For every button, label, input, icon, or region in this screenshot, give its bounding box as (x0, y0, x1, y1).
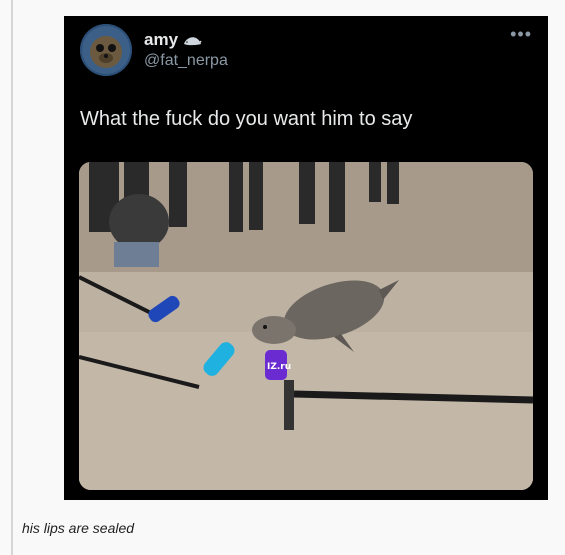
avatar[interactable] (80, 24, 132, 76)
mic-flag-label: IZ.ru (267, 362, 291, 372)
tweet-image[interactable]: IZ.ru (79, 162, 533, 490)
display-name-text: amy (144, 30, 179, 49)
display-name[interactable]: amy (144, 30, 202, 50)
user-handle[interactable]: @fat_nerpa (144, 52, 228, 70)
post-container: amy @fat_nerpa ••• What the fuck do you … (0, 0, 565, 555)
thread-divider (11, 0, 13, 555)
tweet-text: What the fuck do you want him to say (80, 108, 413, 130)
tweet-card[interactable]: amy @fat_nerpa ••• What the fuck do you … (64, 16, 548, 500)
seal-icon (182, 32, 202, 48)
post-caption: his lips are sealed (22, 520, 135, 536)
ellipsis-icon[interactable]: ••• (510, 25, 532, 43)
